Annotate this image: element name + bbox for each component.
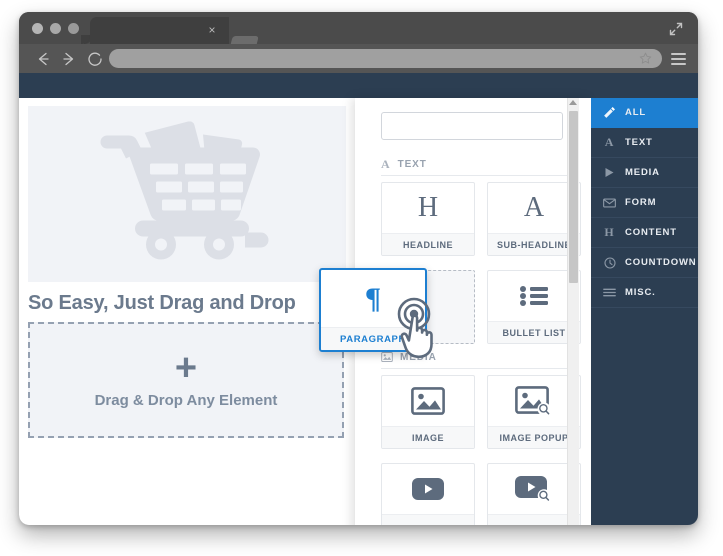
element-card-label: HEADLINE <box>382 233 474 255</box>
sidebar-item-text[interactable]: A TEXT <box>591 128 698 158</box>
sidebar-item-label: FORM <box>625 197 657 208</box>
shopping-cart-icon <box>99 121 275 267</box>
address-bar[interactable] <box>109 49 662 68</box>
sidebar-item-all[interactable]: ALL <box>591 98 698 128</box>
lines-icon <box>603 288 616 297</box>
serif-h-icon: H <box>417 192 439 223</box>
browser-tab[interactable] <box>81 17 212 44</box>
magic-wand-icon <box>603 106 616 119</box>
window-controls <box>32 23 79 34</box>
video-icon <box>382 464 474 514</box>
element-card-image[interactable]: IMAGE <box>381 375 475 449</box>
browser-toolbar <box>19 44 698 73</box>
pointing-hand-cursor <box>392 296 454 364</box>
star-icon[interactable] <box>638 51 653 66</box>
minimize-window-button[interactable] <box>50 23 61 34</box>
serif-a-icon: A <box>604 135 615 149</box>
drop-zone[interactable]: + Drag & Drop Any Element <box>28 322 344 438</box>
search-input[interactable] <box>381 112 563 140</box>
element-card-headline[interactable]: H HEADLINE <box>381 182 475 256</box>
tab-close-icon[interactable]: × <box>205 23 219 37</box>
sidebar-item-media[interactable]: MEDIA <box>591 158 698 188</box>
element-card-video[interactable] <box>381 463 475 525</box>
sidebar-item-label: CONTENT <box>625 227 677 238</box>
reload-icon[interactable] <box>85 49 105 69</box>
plus-icon: + <box>174 346 198 389</box>
expand-arrows-icon[interactable] <box>668 21 684 37</box>
browser-titlebar: × <box>19 12 698 50</box>
serif-h-icon: H <box>604 225 615 239</box>
scroll-up-arrow-icon[interactable] <box>569 100 577 105</box>
page-headline: So Easy, Just Drag and Drop <box>28 292 296 314</box>
element-card-label: IMAGE <box>382 426 474 448</box>
element-card-label <box>382 514 474 525</box>
element-grid-media: IMAGE IMAGE POPUP <box>381 375 581 525</box>
sidebar-item-misc[interactable]: MISC. <box>591 278 698 308</box>
arrow-right-icon[interactable] <box>59 49 79 69</box>
section-header-text: A TEXT <box>381 153 579 176</box>
sidebar-item-label: COUNTDOWN <box>625 257 697 268</box>
app-topbar <box>19 73 698 98</box>
sidebar-item-label: TEXT <box>625 137 653 148</box>
close-window-button[interactable] <box>32 23 43 34</box>
sidebar-item-form[interactable]: FORM <box>591 188 698 218</box>
sidebar-item-countdown[interactable]: COUNTDOWN <box>591 248 698 278</box>
arrow-left-icon[interactable] <box>33 49 53 69</box>
scrollbar-thumb[interactable] <box>569 111 578 283</box>
clock-icon <box>603 256 616 269</box>
section-label: TEXT <box>397 158 427 170</box>
envelope-icon <box>603 197 616 208</box>
hamburger-menu-icon[interactable] <box>671 53 686 65</box>
sidebar-item-label: MEDIA <box>625 167 660 178</box>
pilcrow-icon: ¶ <box>364 281 382 315</box>
sidebar-item-content[interactable]: H CONTENT <box>591 218 698 248</box>
sidebar-item-label: MISC. <box>625 287 656 298</box>
category-sidebar: ALL A TEXT MEDIA FORM H CONTENT COUNTDOW… <box>591 98 698 525</box>
drop-zone-label: Drag & Drop Any Element <box>94 391 278 409</box>
panel-scrollbar[interactable] <box>567 98 579 525</box>
image-icon <box>382 376 474 426</box>
sidebar-item-label: ALL <box>625 107 647 118</box>
hero-image-placeholder <box>28 106 346 282</box>
play-icon <box>603 167 616 178</box>
maximize-window-button[interactable] <box>68 23 79 34</box>
serif-a-icon: A <box>381 156 391 171</box>
